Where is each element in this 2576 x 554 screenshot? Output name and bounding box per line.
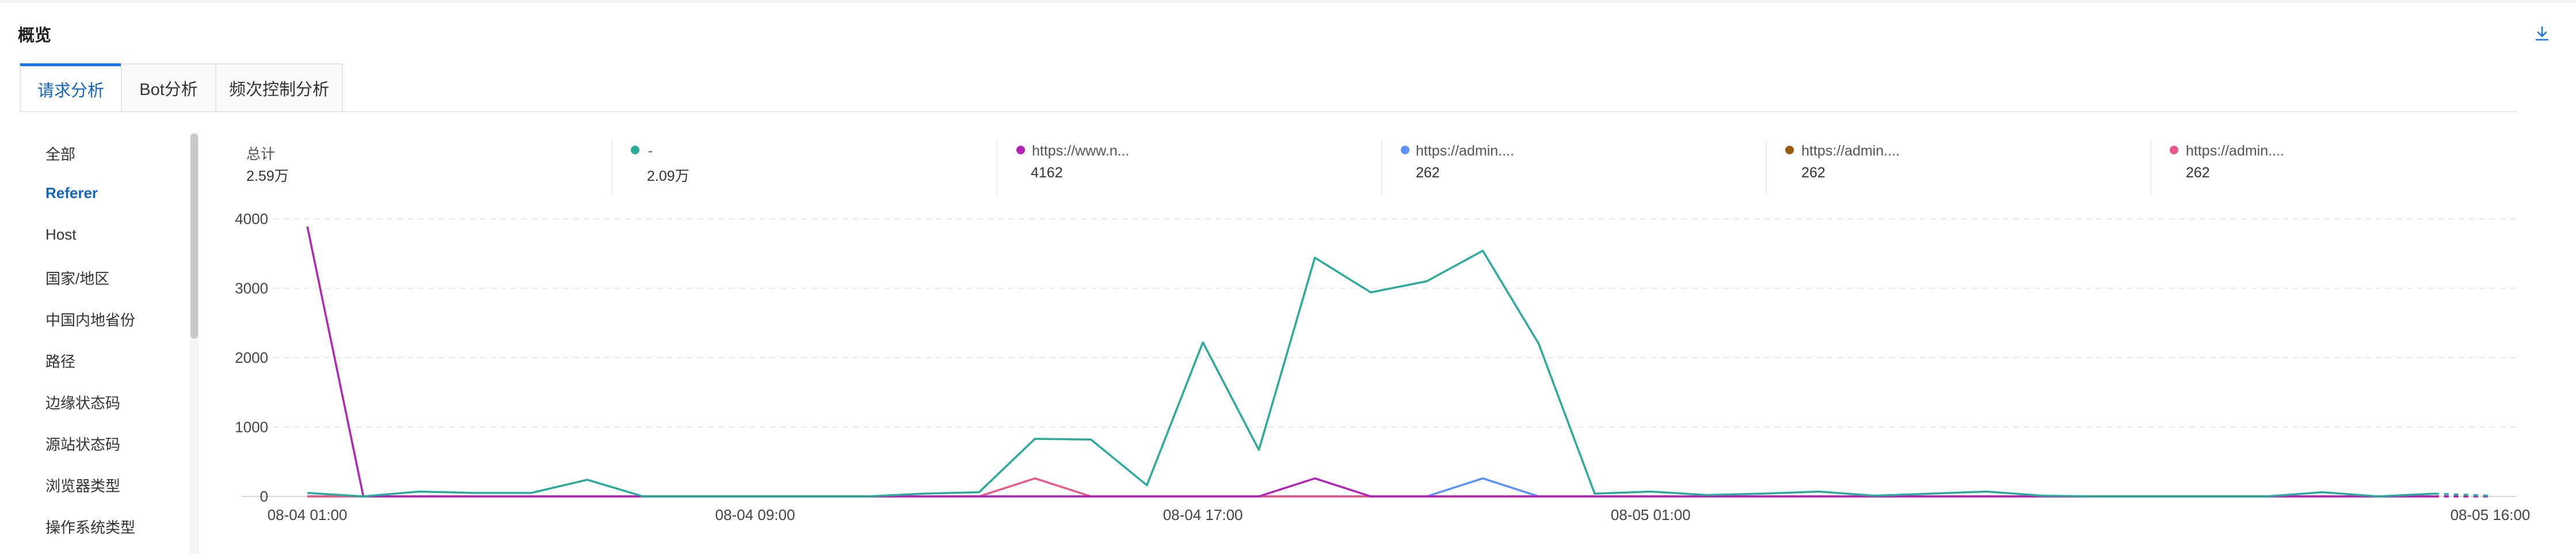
- tab-bar: 请求分析 Bot分析 频次控制分析: [20, 63, 343, 112]
- sidebar-item-os[interactable]: 操作系统类型: [45, 516, 135, 537]
- y-tick-label: 3000: [235, 280, 268, 297]
- x-tick-label: 08-05 16:00: [2451, 506, 2531, 523]
- x-tick-label: 08-05 01:00: [1611, 506, 1691, 523]
- legend-divider: [1381, 139, 1382, 196]
- series-line: [307, 477, 2490, 498]
- y-tick-label: 4000: [235, 210, 268, 227]
- legend-value: 262: [1416, 165, 1440, 181]
- sidebar-item-path[interactable]: 路径: [45, 350, 75, 371]
- series-path: [307, 249, 2434, 498]
- legend-value: 4162: [1031, 165, 1063, 181]
- legend-dot-icon: [1785, 146, 1794, 154]
- legend-value: 2.09万: [647, 168, 689, 184]
- series-path-incomplete: [2434, 492, 2491, 497]
- y-tick-label: 1000: [235, 419, 268, 436]
- legend-name: -: [648, 143, 653, 159]
- sidebar-item-referer[interactable]: Referer: [45, 184, 98, 202]
- sidebar-item-edge-status[interactable]: 边缘状态码: [45, 392, 120, 413]
- tab-divider: [20, 111, 2517, 112]
- y-tick-label: 0: [260, 488, 268, 505]
- legend-dot-icon: [631, 146, 639, 154]
- legend-value: 2.59万: [246, 168, 289, 184]
- sidebar-item-country[interactable]: 国家/地区: [45, 267, 109, 289]
- legend-divider: [996, 139, 997, 196]
- legend-divider: [1766, 139, 1767, 196]
- legend-divider: [611, 139, 612, 196]
- legend-value: 262: [1801, 165, 1826, 181]
- series-path: [306, 226, 2434, 498]
- x-tick-label: 08-04 09:00: [715, 506, 795, 523]
- legend-item-series-5[interactable]: https://admin.... 262: [2170, 141, 2515, 196]
- dimension-sidebar: 全部 Referer Host 国家/地区 中国内地省份 路径 边缘状态码 源站…: [20, 132, 192, 554]
- series-line: [307, 249, 2491, 498]
- download-icon[interactable]: [2532, 24, 2552, 44]
- tab-rate-control-analysis[interactable]: 频次控制分析: [215, 63, 343, 112]
- legend-item-series-2[interactable]: https://www.n... 4162: [1016, 141, 1362, 196]
- sidebar-scrollbar-thumb[interactable]: [190, 134, 198, 339]
- legend-value: 262: [2186, 165, 2210, 181]
- legend-item-series-1[interactable]: - 2.09万: [631, 141, 976, 196]
- tab-request-analysis[interactable]: 请求分析: [20, 63, 122, 112]
- series-path: [307, 477, 2434, 498]
- legend-name: https://admin....: [1416, 143, 1514, 159]
- page-title: 概览: [18, 26, 52, 45]
- legend-name: https://admin....: [1801, 143, 1900, 159]
- legend-item-series-4[interactable]: https://admin.... 262: [1785, 141, 2131, 196]
- legend-dot-icon: [1401, 146, 1409, 154]
- legend-dot-icon: [1016, 146, 1025, 154]
- legend-item-total[interactable]: 总计 2.59万: [246, 141, 592, 196]
- legend-name: 总计: [246, 146, 276, 162]
- tab-bot-analysis[interactable]: Bot分析: [121, 63, 216, 112]
- x-tick-label: 08-04 17:00: [1163, 506, 1243, 523]
- series-line: [306, 226, 2490, 498]
- top-border: [0, 0, 2576, 3]
- line-chart[interactable]: 0 1000 2000 3000 4000 08-04 01:00 08-04 09:00 0…: [0, 0, 2576, 554]
- series-line: [307, 477, 2490, 498]
- sidebar-item-origin-status[interactable]: 源站状态码: [45, 433, 120, 454]
- legend-item-series-3[interactable]: https://admin.... 262: [1401, 141, 1746, 196]
- legend-name: https://admin....: [2186, 143, 2284, 159]
- series-path: [307, 477, 2434, 498]
- sidebar-item-browser[interactable]: 浏览器类型: [45, 475, 120, 496]
- legend-divider: [2150, 139, 2151, 196]
- x-tick-label: 08-04 01:00: [268, 506, 348, 523]
- sidebar-item-province[interactable]: 中国内地省份: [45, 309, 135, 330]
- legend-dot-icon: [2170, 146, 2178, 154]
- legend-name: https://www.n...: [1032, 143, 1130, 159]
- y-tick-label: 2000: [235, 349, 268, 366]
- sidebar-item-all[interactable]: 全部: [45, 143, 75, 164]
- sidebar-item-host[interactable]: Host: [45, 226, 76, 244]
